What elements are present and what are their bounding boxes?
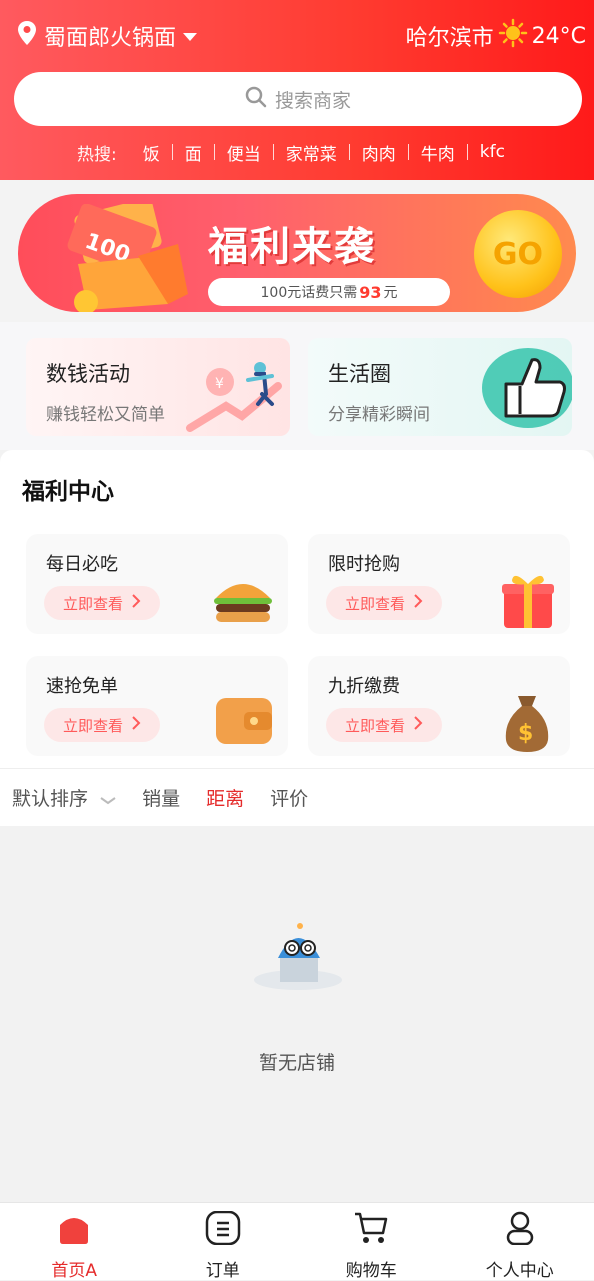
temperature: 24°C xyxy=(532,24,586,49)
tab-label: 个人中心 xyxy=(486,1256,554,1281)
button-label: 立即查看 xyxy=(345,593,405,614)
money-bag-icon: $ xyxy=(502,692,552,758)
hot-search-item[interactable]: 饭 xyxy=(131,140,172,165)
button-label: 立即查看 xyxy=(345,715,405,736)
welfare-card-bill-pay[interactable]: 九折缴费 立即查看 $ xyxy=(308,656,570,756)
bottom-tab-bar: 首页A 订单 购物车 个人中心 xyxy=(0,1202,594,1280)
sort-distance[interactable]: 距离 xyxy=(206,784,244,811)
sort-bar: 默认排序 销量 距离 评价 xyxy=(0,768,594,826)
promo-subtitle: 分享精彩瞬间 xyxy=(328,400,430,425)
banner-section: 100 福利来袭 100元话费只需 93 元 GO xyxy=(0,180,594,322)
go-button[interactable]: GO xyxy=(474,210,562,298)
cart-icon xyxy=(353,1211,389,1250)
card-title: 限时抢购 xyxy=(328,550,400,576)
empty-mascot-icon xyxy=(252,918,344,998)
search-placeholder: 搜索商家 xyxy=(275,86,351,113)
location-pin-icon xyxy=(16,20,38,52)
promo-subtitle: 赚钱轻松又简单 xyxy=(46,400,165,425)
money-runner-icon: ¥ xyxy=(186,346,286,436)
view-now-button[interactable]: 立即查看 xyxy=(44,586,160,620)
sun-icon xyxy=(498,18,528,54)
view-now-button[interactable]: 立即查看 xyxy=(44,708,160,742)
burger-icon xyxy=(212,574,274,630)
welfare-card-daily[interactable]: 每日必吃 立即查看 xyxy=(26,534,288,634)
tab-label: 订单 xyxy=(206,1256,240,1281)
banner-offer-pill: 100元话费只需 93 元 xyxy=(208,278,450,306)
header-top-row: 蜀面郎火锅面 哈尔滨市 24°C xyxy=(16,16,586,56)
profile-icon xyxy=(502,1211,538,1250)
chevron-right-icon xyxy=(413,594,423,612)
search-icon xyxy=(245,86,267,113)
welfare-banner[interactable]: 100 福利来袭 100元话费只需 93 元 GO xyxy=(18,194,576,312)
banner-title: 福利来袭 xyxy=(208,214,376,272)
section-title: 福利中心 xyxy=(22,472,114,506)
hot-search-item[interactable]: 面 xyxy=(173,140,214,165)
order-icon xyxy=(205,1211,241,1250)
hot-search-label: 热搜: xyxy=(77,140,117,165)
offer-highlight: 93 xyxy=(359,283,381,302)
tab-label: 购物车 xyxy=(346,1256,397,1281)
hot-search-item[interactable]: kfc xyxy=(468,142,517,162)
card-title: 每日必吃 xyxy=(46,550,118,576)
welfare-center: 福利中心 每日必吃 立即查看 限时抢购 立即查看 xyxy=(0,450,594,768)
card-title: 速抢免单 xyxy=(46,672,118,698)
chevron-right-icon xyxy=(131,716,141,734)
chevron-down-icon xyxy=(100,789,116,811)
view-now-button[interactable]: 立即查看 xyxy=(326,708,442,742)
hot-search-bar: 热搜: 饭 面 便当 家常菜 肉肉 牛肉 kfc xyxy=(0,138,594,166)
welfare-card-free-order[interactable]: 速抢免单 立即查看 xyxy=(26,656,288,756)
chevron-right-icon xyxy=(413,716,423,734)
promo-section: 数钱活动 赚钱轻松又简单 ¥ 生活圈 分享精彩瞬间 xyxy=(0,322,594,450)
hot-search-item[interactable]: 肉肉 xyxy=(350,140,408,165)
tab-home[interactable]: 首页A xyxy=(0,1203,149,1280)
promo-title: 数钱活动 xyxy=(46,358,130,388)
sort-sales[interactable]: 销量 xyxy=(142,784,180,811)
card-title: 九折缴费 xyxy=(328,672,400,698)
button-label: 立即查看 xyxy=(63,593,123,614)
location-selector[interactable]: 蜀面郎火锅面 xyxy=(16,20,198,52)
tab-profile[interactable]: 个人中心 xyxy=(446,1203,594,1280)
search-bar[interactable]: 搜索商家 xyxy=(14,72,582,126)
tab-cart[interactable]: 购物车 xyxy=(297,1203,446,1280)
svg-text:¥: ¥ xyxy=(215,376,224,392)
chevron-right-icon xyxy=(131,594,141,612)
hot-search-item[interactable]: 便当 xyxy=(215,140,273,165)
promo-card-life[interactable]: 生活圈 分享精彩瞬间 xyxy=(308,338,572,436)
chevron-down-icon xyxy=(182,24,198,49)
welfare-card-flash-sale[interactable]: 限时抢购 立即查看 xyxy=(308,534,570,634)
wallet-icon xyxy=(214,694,274,752)
gift-box-icon xyxy=(500,570,556,634)
offer-prefix: 100元话费只需 xyxy=(261,282,358,302)
city-name: 哈尔滨市 xyxy=(406,20,494,52)
sort-default[interactable]: 默认排序 xyxy=(12,784,116,811)
promo-card-money[interactable]: 数钱活动 赚钱轻松又简单 ¥ xyxy=(26,338,290,436)
weather-widget: 哈尔滨市 24°C xyxy=(406,18,586,54)
tab-label: 首页A xyxy=(51,1256,97,1281)
sort-rating[interactable]: 评价 xyxy=(270,784,308,811)
svg-text:$: $ xyxy=(518,721,533,746)
sort-default-label: 默认排序 xyxy=(12,788,88,810)
home-icon xyxy=(56,1211,92,1250)
header: 蜀面郎火锅面 哈尔滨市 24°C xyxy=(0,0,594,180)
hot-search-item[interactable]: 牛肉 xyxy=(409,140,467,165)
offer-suffix: 元 xyxy=(384,282,398,302)
view-now-button[interactable]: 立即查看 xyxy=(326,586,442,620)
thumbs-up-icon xyxy=(472,342,572,436)
location-name: 蜀面郎火锅面 xyxy=(44,20,176,52)
tab-orders[interactable]: 订单 xyxy=(149,1203,298,1280)
button-label: 立即查看 xyxy=(63,715,123,736)
promo-title: 生活圈 xyxy=(328,358,391,388)
empty-state: 暂无店铺 xyxy=(0,826,594,1202)
empty-text: 暂无店铺 xyxy=(0,1048,594,1075)
gift-card-illustration-icon: 100 xyxy=(58,204,208,312)
hot-search-item[interactable]: 家常菜 xyxy=(274,140,349,165)
